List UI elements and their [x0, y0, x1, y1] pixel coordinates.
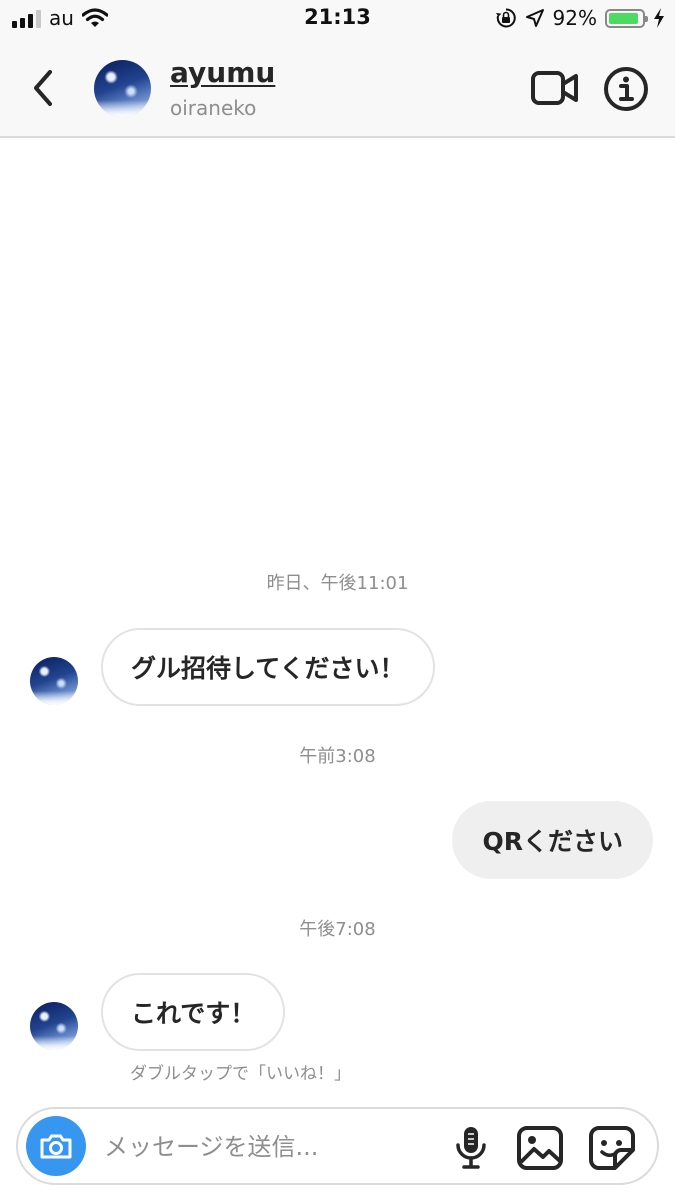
video-call-button[interactable] [530, 68, 580, 108]
camera-button[interactable] [26, 1116, 86, 1176]
back-button[interactable] [24, 66, 64, 110]
back-chevron-icon [34, 70, 52, 106]
microphone-icon [456, 1127, 486, 1169]
message-timestamp: 午前3:08 [299, 746, 376, 767]
gallery-button[interactable] [516, 1125, 564, 1171]
charging-bolt-icon [654, 8, 664, 28]
camera-icon [40, 1134, 72, 1159]
outgoing-message-bubble[interactable]: QRください [452, 801, 653, 879]
sender-avatar[interactable] [30, 1002, 78, 1050]
video-call-icon [531, 71, 578, 105]
sticker-icon [589, 1126, 635, 1170]
message-timestamp: 午後7:08 [299, 919, 376, 940]
rotation-lock-icon [495, 8, 516, 28]
message-timestamp: 昨日、午後11:01 [266, 573, 409, 594]
status-bar: au 21:13 92% [0, 0, 675, 38]
incoming-message-bubble[interactable]: これです！ [101, 973, 286, 1051]
profile-avatar[interactable] [94, 60, 151, 117]
sticker-button[interactable] [588, 1125, 636, 1171]
double-tap-like-hint: ダブルタップで「いいね！」 [130, 1064, 351, 1084]
contact-name[interactable]: ayumu [170, 56, 275, 89]
incoming-message-bubble[interactable]: グル招待してください！ [101, 628, 435, 706]
message-input[interactable] [102, 1121, 426, 1173]
info-button[interactable] [602, 65, 650, 113]
location-arrow-icon [525, 9, 544, 27]
voice-message-button[interactable] [451, 1125, 491, 1171]
gallery-icon [517, 1126, 563, 1170]
info-icon [604, 67, 648, 111]
battery-percent: 92% [552, 6, 597, 30]
battery-icon [605, 8, 648, 28]
chat-header: ayumu oiraneko [0, 38, 675, 138]
sender-avatar[interactable] [30, 657, 78, 705]
message-composer [16, 1107, 659, 1185]
contact-username: oiraneko [170, 96, 257, 120]
